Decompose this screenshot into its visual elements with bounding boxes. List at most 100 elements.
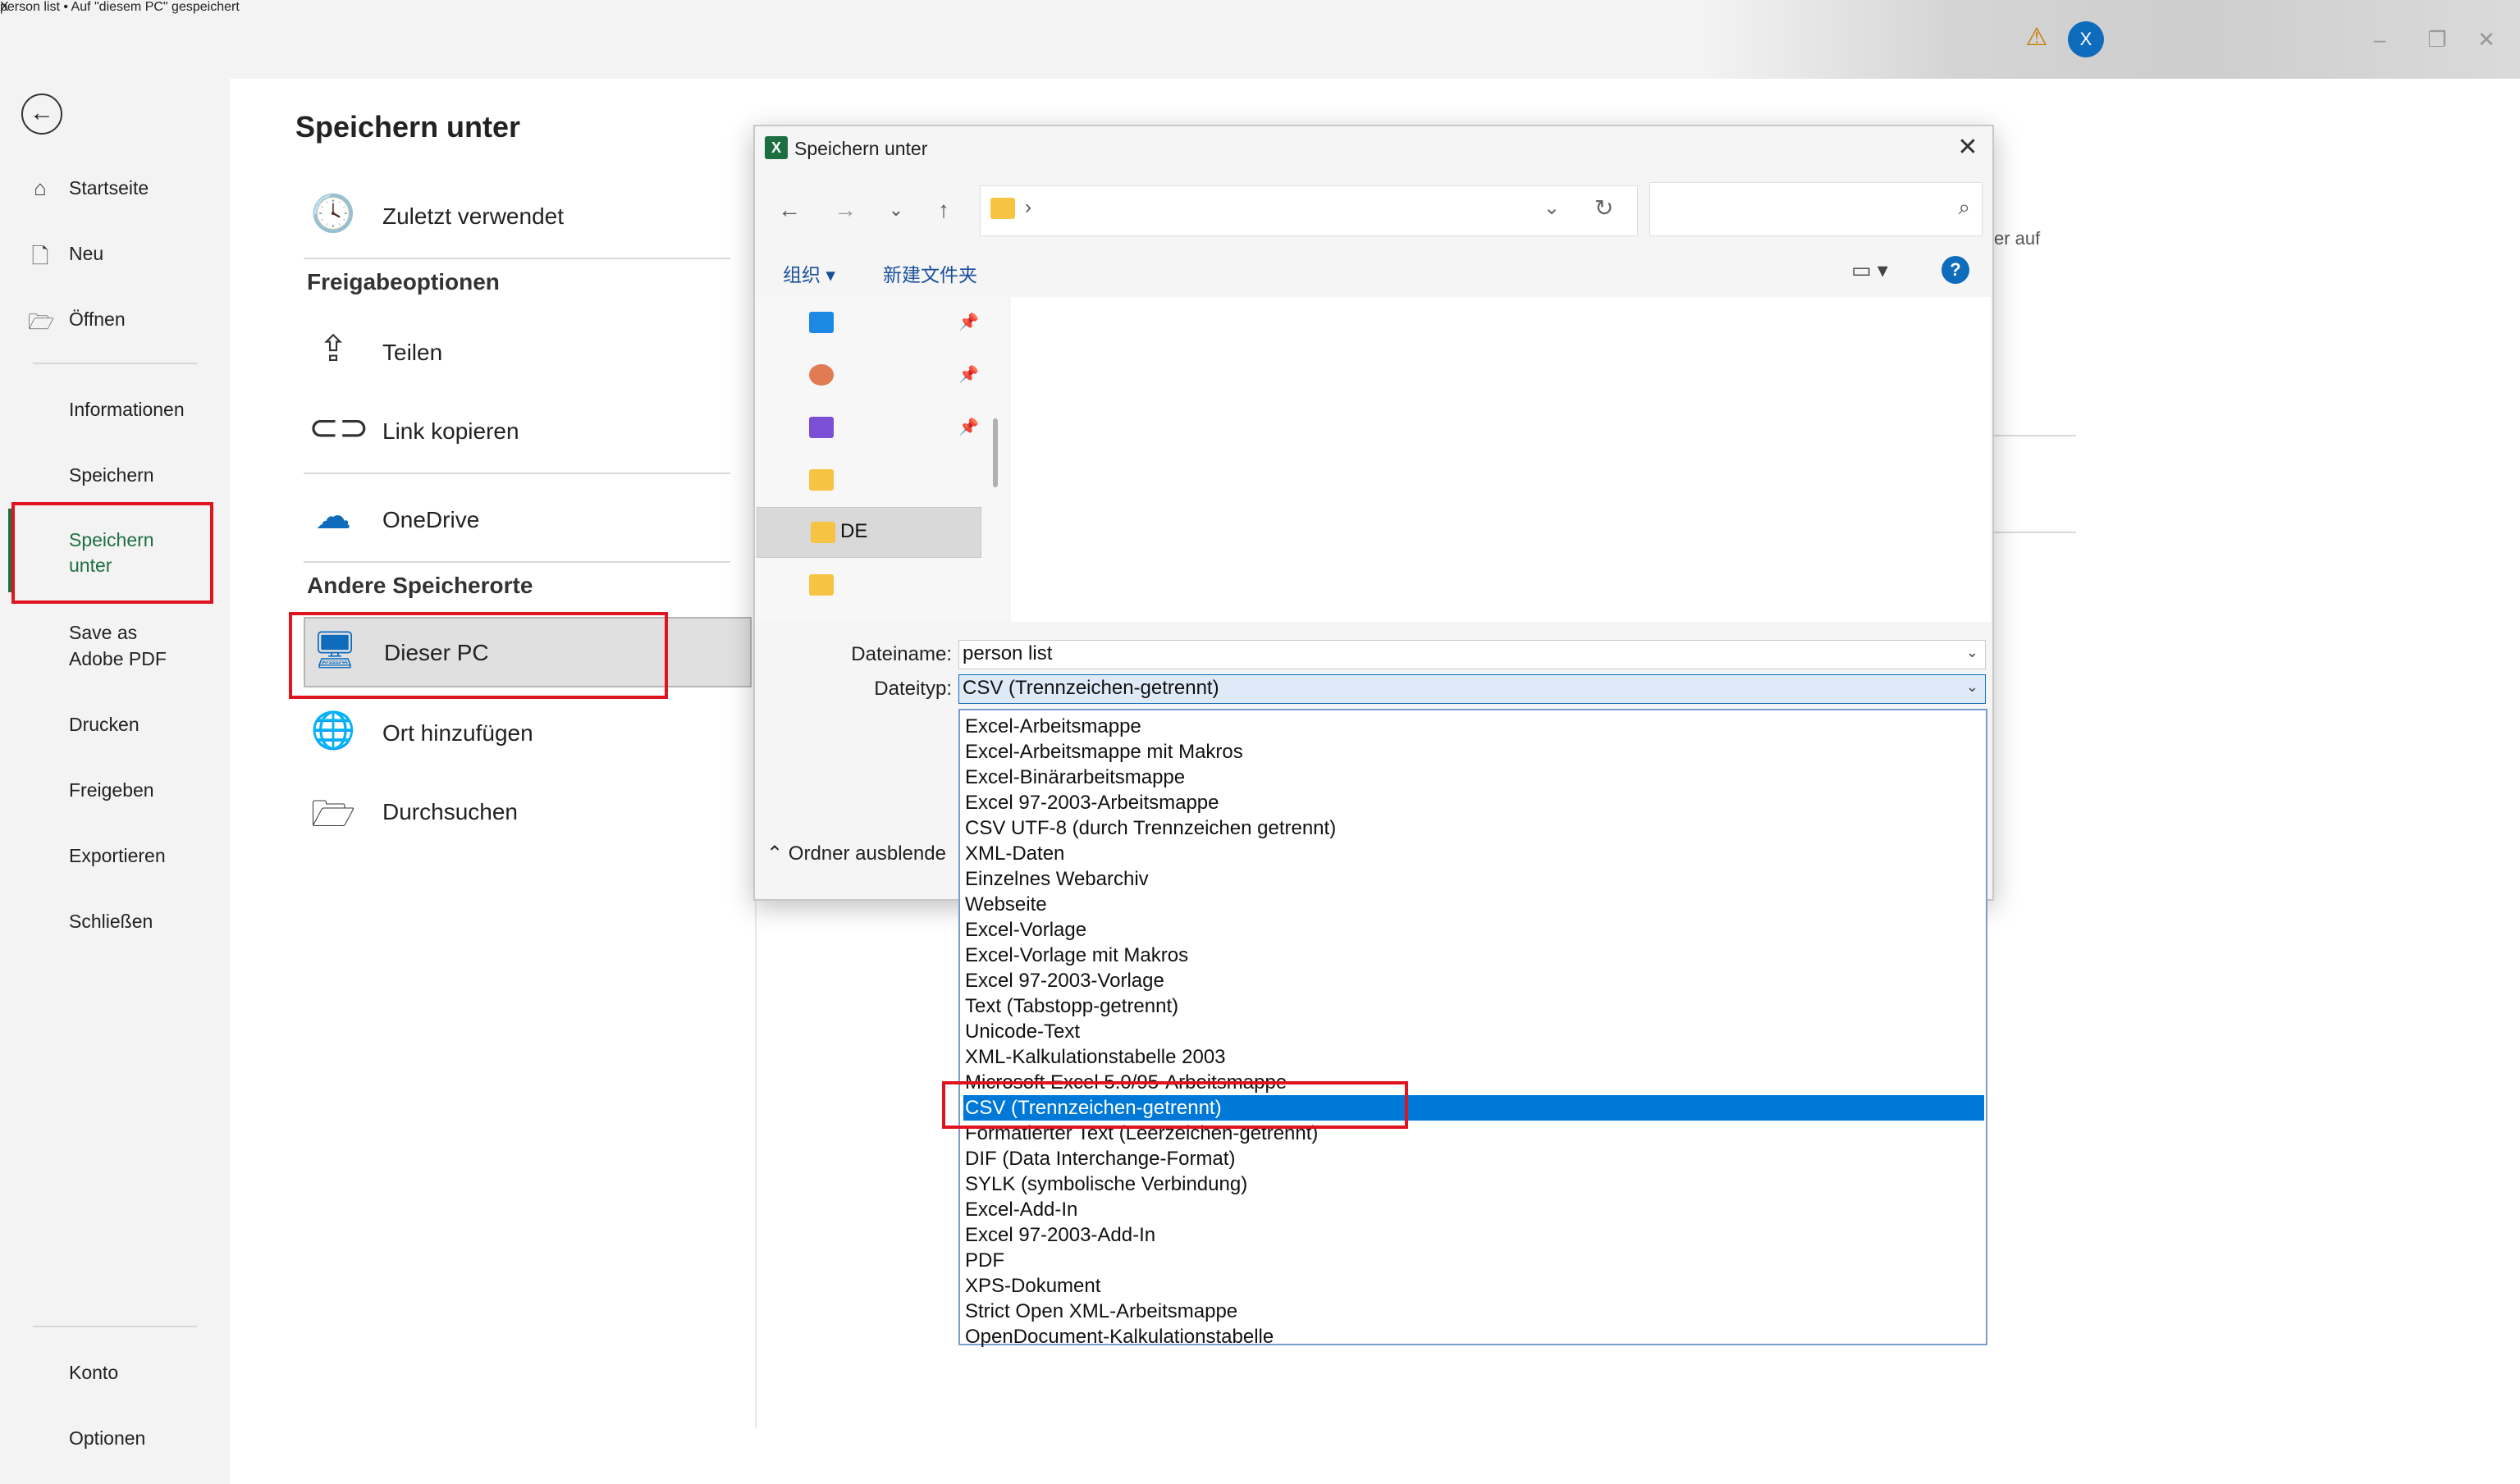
filename-value: person list — [963, 642, 1053, 664]
nav-new[interactable]: 🗋 Neu — [28, 228, 225, 277]
refresh-icon[interactable]: ↻ — [1594, 194, 1613, 221]
avatar[interactable]: X — [2068, 21, 2104, 57]
nav-forward-icon[interactable]: → — [829, 194, 862, 226]
divider — [304, 561, 730, 563]
chevron-down-icon[interactable]: ⌄ — [1966, 644, 1978, 661]
help-icon[interactable]: ? — [1941, 256, 1969, 284]
filetype-option[interactable]: Excel 97-2003-Add-In — [963, 1222, 1984, 1248]
filetype-option[interactable]: Text (Tabstopp-getrennt) — [963, 993, 1984, 1019]
recent-locations-chevron-icon[interactable]: ⌄ — [880, 194, 912, 226]
pin-icon[interactable]: 📌 — [958, 417, 979, 437]
nav-close[interactable]: Schließen — [69, 911, 153, 933]
filetype-option[interactable]: PDF — [963, 1248, 1984, 1273]
nav-divider — [33, 363, 197, 364]
folder-icon[interactable] — [809, 574, 834, 596]
filetype-option[interactable]: Excel 97-2003-Vorlage — [963, 968, 1984, 993]
filetype-select[interactable]: CSV (Trennzeichen-getrennt) ⌄ — [958, 674, 1986, 704]
location-add-place-label: Ort hinzufügen — [382, 720, 533, 746]
share-icon: ⇪ — [318, 329, 349, 369]
dialog-close-button[interactable]: ✕ — [1951, 131, 1984, 164]
folder-icon[interactable] — [809, 469, 834, 491]
link-icon: ⊂⊃ — [309, 408, 369, 448]
videos-icon[interactable] — [809, 417, 834, 438]
tree-scrollbar[interactable] — [993, 418, 998, 487]
nav-export[interactable]: Exportieren — [69, 845, 166, 867]
filetype-option[interactable]: Einzelnes Webarchiv — [963, 866, 1984, 892]
hide-folders-button[interactable]: ⌃ Ordner ausblende — [766, 842, 946, 865]
chevron-down-icon[interactable]: ⌄ — [1544, 196, 1560, 220]
navigation-tree — [757, 297, 1008, 622]
nav-account[interactable]: Konto — [69, 1362, 118, 1384]
filetype-option[interactable]: XML-Kalkulationstabelle 2003 — [963, 1044, 1984, 1070]
location-add-place[interactable]: 🌐 Ort hinzufügen — [304, 699, 747, 765]
nav-open[interactable]: 🗁 Öffnen — [28, 294, 225, 343]
tree-item-de-label: DE — [840, 520, 868, 542]
location-share[interactable]: ⇪ Teilen — [304, 318, 747, 384]
divider — [1994, 435, 2076, 436]
location-recent[interactable]: 🕓 Zuletzt verwendet — [304, 182, 747, 248]
view-options-icon[interactable]: ▭ ▾ — [1851, 258, 1888, 283]
warning-icon[interactable]: ⚠ — [2024, 25, 2050, 51]
nav-save[interactable]: Speichern — [69, 464, 154, 486]
filetype-option[interactable]: Excel-Vorlage — [963, 917, 1984, 943]
filetype-option[interactable]: XML-Daten — [963, 841, 1984, 866]
filename-label: Dateiname: — [851, 643, 952, 665]
nav-back-icon[interactable]: ← — [773, 194, 806, 226]
filetype-option[interactable]: OpenDocument-Kalkulationstabelle — [963, 1324, 1984, 1349]
search-icon: ⌕ — [1958, 194, 1970, 219]
restore-icon[interactable]: ❐ — [2413, 20, 2462, 59]
annotation-box-csv — [942, 1081, 1408, 1129]
filetype-option[interactable]: Excel 97-2003-Arbeitsmappe — [963, 790, 1984, 815]
pictures-icon[interactable] — [809, 312, 834, 333]
back-button[interactable]: ← — [21, 94, 62, 135]
filetype-option[interactable]: SYLK (symbolische Verbindung) — [963, 1171, 1984, 1197]
filetype-option[interactable]: Unicode-Text — [963, 1019, 1984, 1044]
filetype-option[interactable]: Excel-Binärarbeitsmappe — [963, 765, 1984, 790]
nav-home[interactable]: ⌂ Startseite — [28, 162, 225, 212]
organize-menu[interactable]: 组织 ▾ — [783, 259, 835, 287]
filetype-option[interactable]: Webseite — [963, 892, 1984, 917]
filetype-option[interactable]: DIF (Data Interchange-Format) — [963, 1146, 1984, 1171]
search-input[interactable]: ⌕ — [1649, 182, 1983, 236]
filetype-option[interactable]: Excel-Add-In — [963, 1197, 1984, 1222]
tree-item-de[interactable] — [757, 507, 981, 558]
folder-open-icon: 🗁 — [310, 794, 356, 834]
file-list[interactable] — [1011, 297, 1991, 622]
annotation-box-this-pc — [289, 612, 668, 699]
location-browse[interactable]: 🗁 Durchsuchen — [304, 778, 747, 843]
pin-icon[interactable]: 📌 — [958, 312, 979, 332]
pin-icon[interactable]: 📌 — [958, 364, 979, 385]
filetype-option[interactable]: Excel-Arbeitsmappe mit Makros — [963, 739, 1984, 765]
music-icon[interactable] — [809, 364, 834, 386]
address-bar[interactable]: › ⌄ ↻ — [980, 185, 1638, 236]
nav-up-icon[interactable]: ↑ — [927, 194, 960, 226]
nav-share[interactable]: Freigeben — [69, 779, 154, 801]
filename-field[interactable]: person list ⌄ — [958, 640, 1986, 669]
dialog-title: Speichern unter — [794, 138, 928, 159]
filetype-option[interactable]: Excel-Arbeitsmappe — [963, 714, 1984, 739]
new-document-icon: 🗋 — [31, 244, 49, 268]
nav-save-pdf-line2[interactable]: Adobe PDF — [69, 648, 167, 670]
filetype-option[interactable]: CSV UTF-8 (durch Trennzeichen getrennt) — [963, 815, 1984, 841]
close-window-icon[interactable]: ✕ — [2462, 20, 2511, 59]
location-copy-link[interactable]: ⊂⊃ Link kopieren — [304, 397, 747, 463]
location-onedrive[interactable]: ☁ OneDrive — [304, 486, 747, 551]
folder-icon — [811, 522, 835, 543]
chevron-right-icon: › — [1025, 196, 1031, 218]
nav-save-pdf-line1[interactable]: Save as — [69, 622, 137, 644]
filetype-option[interactable]: Excel-Vorlage mit Makros — [963, 943, 1984, 968]
minimize-icon[interactable]: – — [2355, 20, 2404, 59]
globe-icon: 🌐 — [310, 710, 356, 751]
open-folder-icon: 🗁 — [28, 309, 55, 334]
nav-options[interactable]: Optionen — [69, 1427, 145, 1450]
location-browse-label: Durchsuchen — [382, 799, 518, 824]
filetype-dropdown-list[interactable]: Excel-Arbeitsmappe Excel-Arbeitsmappe mit… — [958, 709, 1987, 1348]
filetype-option[interactable]: XPS-Dokument — [963, 1273, 1984, 1299]
new-folder-button[interactable]: 新建文件夹 — [883, 259, 977, 287]
chevron-down-icon[interactable]: ⌄ — [1966, 678, 1978, 696]
divider — [1994, 532, 2076, 533]
nav-divider-bottom — [33, 1326, 197, 1327]
nav-print[interactable]: Drucken — [69, 714, 139, 736]
filetype-option[interactable]: Strict Open XML-Arbeitsmappe — [963, 1299, 1984, 1324]
nav-info[interactable]: Informationen — [69, 399, 185, 421]
